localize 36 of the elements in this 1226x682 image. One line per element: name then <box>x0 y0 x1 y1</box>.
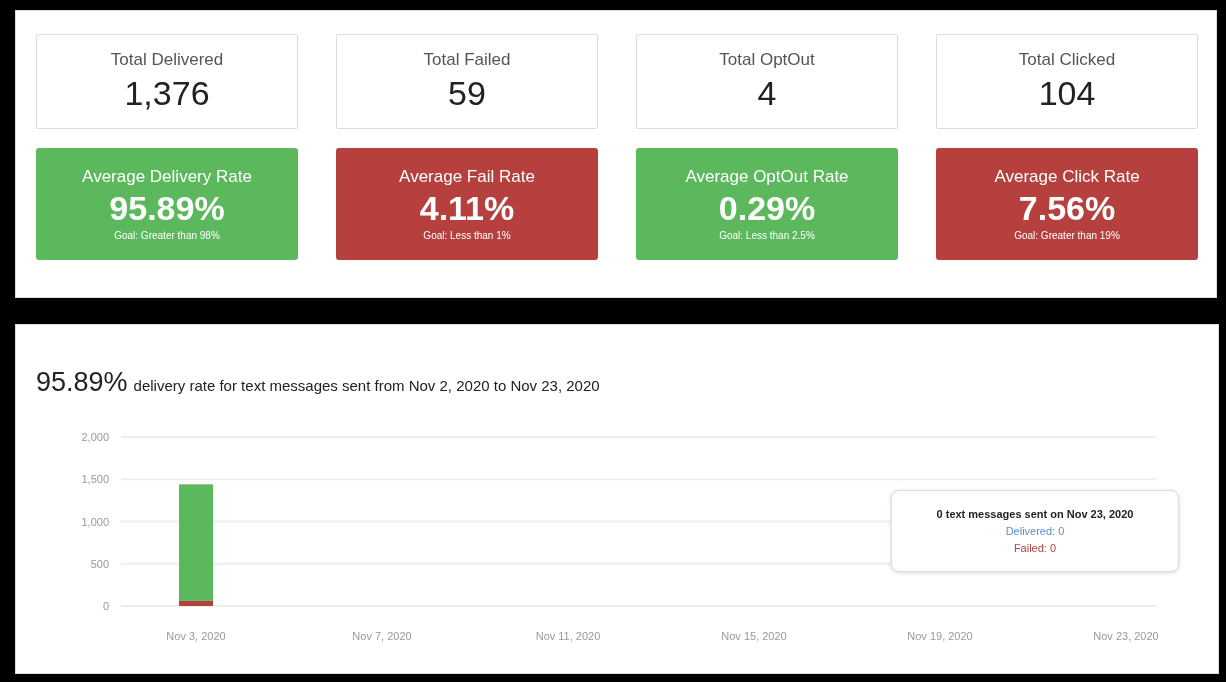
tooltip-line: Delivered: 0 <box>1005 525 1065 537</box>
total-value: 1,376 <box>124 74 210 113</box>
rate-label: Average OptOut Rate <box>685 167 849 187</box>
x-tick-label: Nov 11, 2020 <box>535 630 601 642</box>
y-tick-label: 0 <box>102 600 109 612</box>
y-tick-label: 1,500 <box>81 473 109 486</box>
x-tick-label: Nov 7, 2020 <box>352 630 412 642</box>
rate-goal: Goal: Less than 1% <box>423 230 511 241</box>
x-tick-label: Nov 19, 2020 <box>907 630 973 642</box>
y-tick-label: 2,000 <box>81 431 109 443</box>
headline-text: delivery rate for text messages sent from Nov 2, 2020 to Nov 23, 2020 <box>133 377 600 394</box>
tooltip-line: Failed: 0 <box>1013 542 1057 554</box>
rate-label: Average Delivery Rate <box>82 167 252 187</box>
total-label: Total Delivered <box>110 50 224 70</box>
rate-goal: Goal: Greater than 98% <box>114 230 220 241</box>
x-tick-label: Nov 3, 2020 <box>166 630 226 642</box>
rate-label: Average Click Rate <box>994 167 1140 187</box>
rate-label: Average Fail Rate <box>399 167 535 187</box>
y-tick-label: 500 <box>90 557 109 570</box>
total-value: 59 <box>448 74 486 113</box>
y-tick-label: 1,000 <box>81 515 109 528</box>
headline-value: 95.89% <box>36 367 128 398</box>
rate-goal: Goal: Less than 2.5% <box>719 230 815 241</box>
x-tick-label: Nov 15, 2020 <box>721 630 787 642</box>
rate-value: 7.56% <box>1018 189 1116 228</box>
rate-value: 4.11% <box>419 189 515 228</box>
total-value: 104 <box>1038 74 1096 113</box>
tooltip-title: 0 text messages sent on Nov 23, 2020 <box>936 508 1134 520</box>
total-label: Total Failed <box>423 50 511 70</box>
rate-value: 0.29% <box>718 189 816 228</box>
rate-goal: Goal: Greater than 19% <box>1014 230 1120 241</box>
total-value: 4 <box>757 74 777 113</box>
total-label: Total OptOut <box>719 50 815 70</box>
x-tick-label: Nov 23, 2020 <box>1093 630 1159 642</box>
rate-value: 95.89% <box>109 189 225 228</box>
total-label: Total Clicked <box>1018 50 1116 70</box>
